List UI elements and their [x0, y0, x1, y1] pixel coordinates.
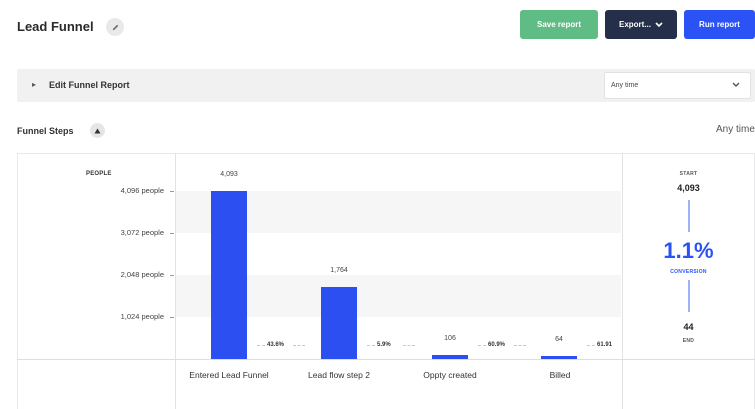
- chevron-down-icon: [732, 82, 740, 87]
- bar-value-label: 1,764: [330, 266, 348, 274]
- chevron-down-icon: [655, 21, 663, 27]
- conversion-connector: [587, 345, 595, 346]
- time-range-select[interactable]: Any time: [604, 72, 751, 99]
- bar-value-label: 106: [444, 334, 456, 342]
- triangle-up-icon: [94, 128, 101, 133]
- top-bar: Lead Funnel Save report Export... Run re…: [0, 0, 755, 56]
- conversion-summary: START 4,093 1.1% CONVERSION 44 END: [622, 153, 755, 359]
- y-tick-mark: [170, 233, 174, 234]
- summary-connector-top: [688, 200, 690, 232]
- category-label: Billed: [549, 370, 571, 380]
- end-label: END: [682, 338, 695, 344]
- save-report-button[interactable]: Save report: [520, 10, 598, 39]
- step-conversion-label: 61.91: [597, 342, 613, 348]
- funnel-steps-label: Funnel Steps: [17, 126, 74, 136]
- page-title: Lead Funnel: [17, 19, 94, 34]
- expand-caret-icon: ▸: [32, 80, 37, 89]
- run-report-button[interactable]: Run report: [684, 10, 755, 39]
- y-axis-title: PEOPLE: [86, 171, 112, 177]
- export-button[interactable]: Export...: [605, 10, 677, 39]
- start-label: START: [679, 171, 698, 177]
- y-tick-label: 2,048 people: [120, 270, 164, 279]
- conversion-connector: [293, 345, 305, 346]
- conversion-label: CONVERSION: [670, 269, 707, 275]
- conversion-connector: [403, 345, 415, 346]
- y-tick-label: 3,072 people: [120, 228, 164, 237]
- conversion-connector: [367, 345, 375, 346]
- conversion-connector: [478, 345, 486, 346]
- time-range-value: Any time: [611, 82, 639, 89]
- start-value: 4,093: [677, 183, 700, 193]
- conversion-rate: 1.1%: [663, 238, 714, 263]
- y-tick-label: 4,096 people: [120, 186, 164, 195]
- edit-title-button[interactable]: [106, 18, 124, 36]
- y-tick-mark: [170, 275, 174, 276]
- funnel-bar[interactable]: [211, 191, 247, 359]
- bar-value-label: 4,093: [220, 171, 238, 179]
- pencil-icon: [112, 24, 118, 30]
- time-range-label: Any time: [716, 124, 755, 135]
- summary-connector-bottom: [688, 280, 690, 312]
- category-label: Lead flow step 2: [308, 370, 370, 380]
- x-axis-line: [17, 359, 755, 360]
- bar-value-label: 64: [555, 336, 563, 343]
- conversion-connector: [257, 345, 265, 346]
- category-label: Entered Lead Funnel: [189, 370, 269, 380]
- step-conversion-label: 60.9%: [488, 342, 506, 348]
- end-value: 44: [683, 322, 694, 332]
- step-conversion-label: 43.6%: [267, 342, 285, 348]
- edit-funnel-label: Edit Funnel Report: [49, 80, 130, 90]
- y-tick-mark: [170, 317, 174, 318]
- collapse-steps-button[interactable]: [90, 123, 105, 138]
- export-label: Export...: [618, 20, 651, 29]
- conversion-connector: [514, 345, 526, 346]
- y-tick-label: 1,024 people: [120, 312, 164, 321]
- category-label: Oppty created: [423, 370, 477, 380]
- funnel-bar[interactable]: [321, 286, 357, 359]
- step-conversion-label: 5.9%: [377, 342, 391, 348]
- y-tick-mark: [170, 191, 174, 192]
